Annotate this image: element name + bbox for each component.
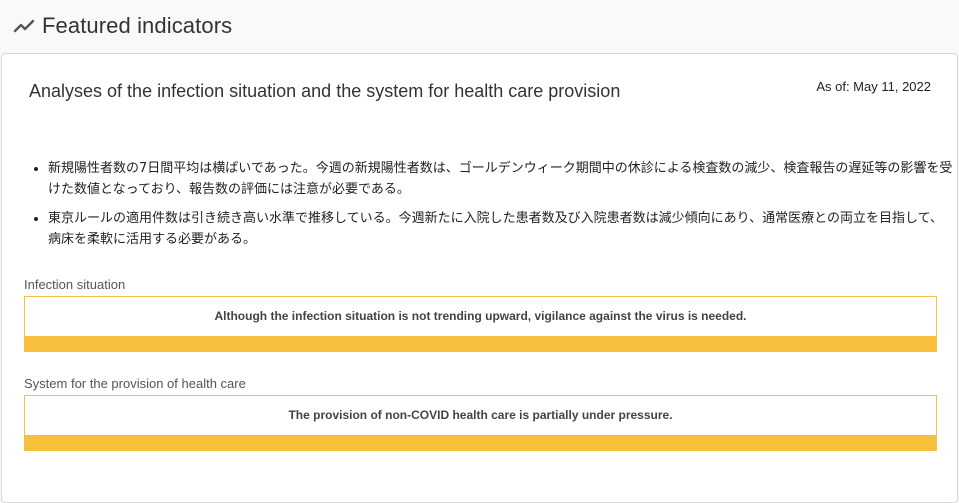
health-care-status-text: The provision of non-COVID health care i…	[288, 408, 673, 422]
analysis-item: 東京ルールの適用件数は引き続き高い水準で推移している。今週新たに入院した患者数及…	[48, 208, 953, 250]
indicator-card: Analyses of the infection situation and …	[1, 53, 958, 503]
health-care-status-box: The provision of non-COVID health care i…	[24, 395, 937, 451]
as-of-date: As of: May 11, 2022	[816, 79, 931, 94]
health-care-label: System for the provision of health care	[24, 376, 246, 391]
infection-status-bar	[25, 336, 936, 351]
health-care-status-bar	[25, 435, 936, 450]
trend-line-icon	[13, 19, 35, 33]
analysis-item: 新規陽性者数の7日間平均は横ばいであった。今週の新規陽性者数は、ゴールデンウィー…	[48, 158, 953, 200]
infection-status-box: Although the infection situation is not …	[24, 296, 937, 352]
infection-situation-label: Infection situation	[24, 277, 126, 292]
section-title: Featured indicators	[42, 13, 233, 38]
infection-status-text: Although the infection situation is not …	[214, 309, 747, 323]
section-header: Featured indicators	[0, 0, 959, 52]
analysis-list: 新規陽性者数の7日間平均は横ばいであった。今週の新規陽性者数は、ゴールデンウィー…	[27, 158, 953, 258]
card-title: Analyses of the infection situation and …	[29, 81, 621, 101]
